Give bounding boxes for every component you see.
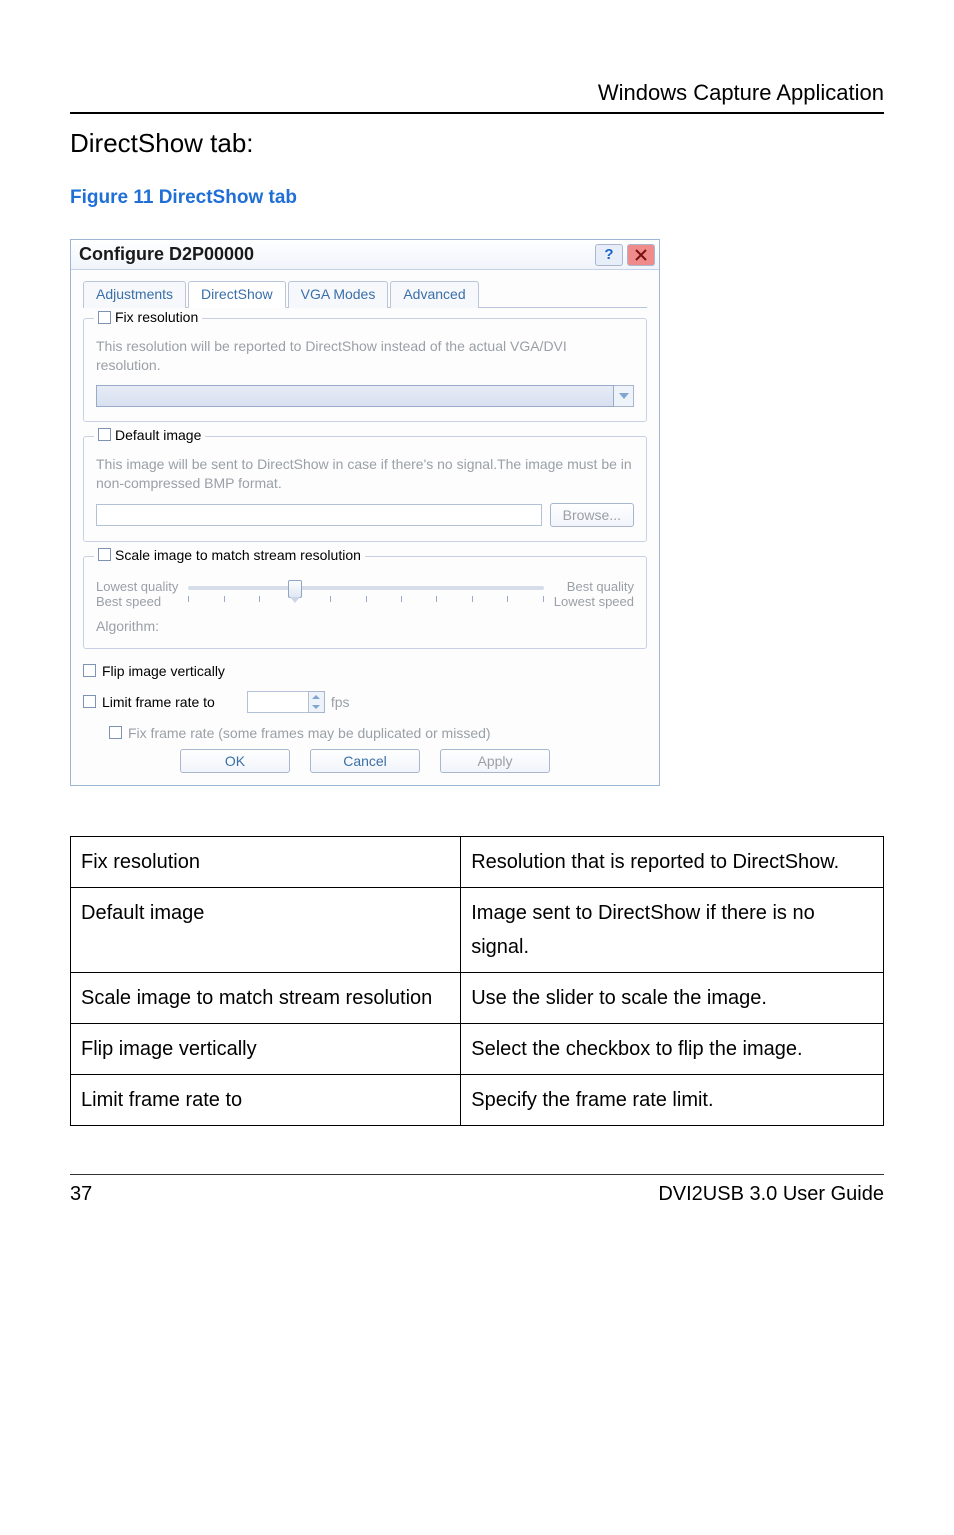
fix-resolution-combo[interactable] — [96, 385, 634, 407]
chevron-up-icon[interactable] — [309, 692, 324, 702]
table-row: Default imageImage sent to DirectShow if… — [71, 887, 884, 972]
scale-image-legend: Scale image to match stream resolution — [115, 547, 361, 563]
close-icon[interactable] — [627, 244, 655, 266]
fps-label: fps — [331, 694, 350, 710]
cancel-button[interactable]: Cancel — [310, 749, 420, 773]
fix-frame-rate-label: Fix frame rate (some frames may be dupli… — [128, 725, 491, 741]
default-image-group: Default image This image will be sent to… — [83, 436, 647, 542]
slider-thumb[interactable] — [288, 580, 302, 598]
fix-resolution-checkbox[interactable] — [98, 311, 111, 324]
configure-dialog: Configure D2P00000 ? Adjustments DirectS… — [70, 239, 660, 786]
table-row: Scale image to match stream resolutionUs… — [71, 972, 884, 1023]
header-title: Windows Capture Application — [70, 80, 884, 112]
tab-directshow[interactable]: DirectShow — [188, 281, 286, 308]
table-row: Flip image verticallySelect the checkbox… — [71, 1023, 884, 1074]
scale-right-top: Best quality — [567, 579, 634, 594]
flip-image-label: Flip image vertically — [102, 663, 225, 679]
default-image-desc: This image will be sent to DirectShow in… — [96, 455, 634, 493]
titlebar: Configure D2P00000 ? — [71, 240, 659, 270]
page-number: 37 — [70, 1183, 92, 1206]
tab-advanced[interactable]: Advanced — [390, 281, 478, 308]
default-image-checkbox[interactable] — [98, 428, 111, 441]
limit-frame-rate-checkbox[interactable] — [83, 695, 96, 708]
scale-image-checkbox[interactable] — [98, 548, 111, 561]
fix-resolution-legend: Fix resolution — [115, 309, 198, 325]
algorithm-label: Algorithm: — [96, 618, 634, 634]
scale-left-top: Lowest quality — [96, 579, 178, 594]
tab-adjustments[interactable]: Adjustments — [83, 281, 186, 308]
default-image-legend: Default image — [115, 427, 201, 443]
default-image-path-input[interactable] — [96, 504, 542, 526]
dialog-title: Configure D2P00000 — [71, 244, 595, 265]
section-title: DirectShow tab: — [70, 128, 884, 159]
browse-button[interactable]: Browse... — [550, 503, 634, 527]
tab-strip: Adjustments DirectShow VGA Modes Advance… — [83, 280, 647, 308]
chevron-down-icon[interactable] — [309, 702, 324, 712]
scale-image-group: Scale image to match stream resolution L… — [83, 556, 647, 649]
fix-resolution-group: Fix resolution This resolution will be r… — [83, 318, 647, 422]
table-row: Limit frame rate toSpecify the frame rat… — [71, 1074, 884, 1125]
ok-button[interactable]: OK — [180, 749, 290, 773]
scale-right-bottom: Lowest speed — [554, 594, 634, 609]
chevron-down-icon[interactable] — [614, 385, 634, 407]
tab-vgamodes[interactable]: VGA Modes — [288, 281, 389, 308]
footer-guide: DVI2USB 3.0 User Guide — [658, 1183, 884, 1206]
fix-frame-rate-checkbox[interactable] — [109, 726, 122, 739]
figure-caption: Figure 11 DirectShow tab — [70, 187, 884, 209]
scale-slider[interactable] — [188, 580, 543, 608]
table-row: Fix resolutionResolution that is reporte… — [71, 836, 884, 887]
frame-rate-stepper[interactable] — [247, 691, 325, 713]
fix-resolution-desc: This resolution will be reported to Dire… — [96, 337, 634, 375]
limit-frame-rate-label: Limit frame rate to — [102, 694, 215, 710]
explanation-table: Fix resolutionResolution that is reporte… — [70, 836, 884, 1126]
flip-image-checkbox[interactable] — [83, 664, 96, 677]
scale-left-bottom: Best speed — [96, 594, 161, 609]
apply-button[interactable]: Apply — [440, 749, 550, 773]
help-icon[interactable]: ? — [595, 244, 623, 266]
